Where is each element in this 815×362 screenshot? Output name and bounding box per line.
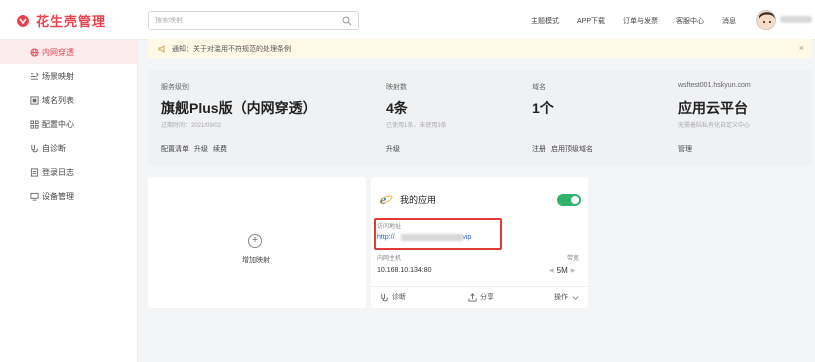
config-list-link[interactable]: 配置清单 — [161, 144, 189, 154]
search-input[interactable] — [155, 17, 342, 24]
manage-link[interactable]: 管理 — [678, 144, 692, 154]
app-card: e 我的应用 访问地址 http://p.vip 内网主机 带宽 10.168.… — [371, 177, 588, 308]
mapping-count-label: 映射数 — [386, 84, 407, 91]
stethoscope-icon — [381, 293, 388, 301]
expiry-date: 过期时间：2021/09/02 — [161, 123, 222, 129]
upgrade-link[interactable]: 升级 — [194, 144, 208, 154]
username-redacted — [780, 16, 812, 23]
access-address-label: 访问地址 — [377, 224, 402, 230]
bandwidth-stepper: ◀ 5M ▶ — [549, 266, 575, 275]
sidebar-item-self-diagnose[interactable]: 自诊断 — [0, 136, 137, 160]
scene-icon — [30, 72, 39, 80]
avatar-face-icon — [757, 11, 775, 29]
intranet-host-label: 内网主机 — [377, 256, 402, 262]
nav-theme-mode[interactable]: 主题模式 — [531, 16, 559, 26]
bandwidth-decrease-icon[interactable]: ◀ — [549, 267, 554, 274]
bandwidth-increase-icon[interactable]: ▶ — [571, 267, 576, 274]
domain-count-label: 域名 — [532, 84, 546, 91]
diagnose-button[interactable]: 诊断 — [380, 292, 406, 302]
access-url-prefix: http:// — [377, 234, 395, 241]
renew-link[interactable]: 续费 — [213, 144, 227, 154]
peanut-logo-icon — [17, 14, 29, 27]
grid-icon — [30, 119, 39, 129]
brand-name: 花生壳管理 — [36, 14, 107, 29]
notice-bar: 通知：关于对滥用不符规范的处理条例 × — [148, 39, 812, 58]
sidebar-item-config-center[interactable]: 配置中心 — [0, 112, 137, 136]
operate-label: 操作 — [554, 294, 568, 301]
operate-menu-button[interactable]: 操作 — [554, 292, 580, 302]
domain-count-value: 1个 — [532, 100, 554, 116]
service-level-value: 旗舰Plus版（内网穿透） — [161, 100, 317, 116]
nav-app-download[interactable]: APP下载 — [577, 16, 605, 26]
cloud-domain: wsftest001.hskyun.com — [678, 82, 751, 89]
top-bar: 花生壳管理 主题模式 APP下载 订单与发票 客服中心 消息 — [0, 0, 815, 40]
sidebar-item-intranet-penetration[interactable]: 内网穿透 — [0, 40, 137, 64]
nav-messages[interactable]: 消息 — [722, 16, 736, 26]
service-level-label: 服务级别 — [161, 84, 189, 91]
card-divider — [371, 286, 588, 287]
device-icon — [30, 192, 39, 201]
app-enable-toggle[interactable] — [557, 194, 581, 206]
brand[interactable]: 花生壳管理 — [16, 11, 106, 30]
share-icon — [468, 292, 477, 302]
plus-icon[interactable]: + — [248, 234, 262, 248]
close-icon[interactable]: × — [799, 43, 804, 53]
sidebar-item-domain-list[interactable]: 域名列表 — [0, 88, 137, 112]
diagnose-icon — [31, 144, 38, 152]
share-button[interactable]: 分享 — [468, 292, 494, 302]
sidebar-item-login-log[interactable]: 登录日志 — [0, 160, 137, 184]
account-summary: 服务级别 旗舰Plus版（内网穿透） 过期时间：2021/09/02 配置清单 … — [148, 70, 812, 165]
notice-text[interactable]: 通知：关于对滥用不符规范的处理条例 — [172, 44, 291, 54]
mapping-usage: 已使用1条，未使用3条 — [386, 123, 447, 129]
sidebar-item-scene-mapping[interactable]: 场景映射 — [0, 64, 137, 88]
cloud-platform-value: 应用云平台 — [678, 100, 748, 116]
nav-orders-invoices[interactable]: 订单与发票 — [623, 16, 658, 26]
app-title: 我的应用 — [400, 195, 437, 205]
speaker-icon — [158, 44, 165, 53]
add-mapping-card[interactable]: + 增加映射 — [148, 177, 366, 308]
mapping-upgrade-link[interactable]: 升级 — [386, 144, 400, 154]
add-mapping-label[interactable]: 增加映射 — [242, 255, 270, 265]
share-label: 分享 — [480, 294, 494, 301]
cloud-platform-sub: 无需着陆私有化自定义中心 — [678, 123, 751, 129]
sidebar-item-device-management[interactable]: 设备管理 — [0, 184, 137, 208]
enable-tld-link[interactable]: 启用顶级域名 — [551, 144, 593, 154]
mapping-count-value: 4条 — [386, 100, 408, 116]
search-box[interactable] — [148, 11, 359, 30]
chevron-down-icon — [572, 295, 579, 300]
avatar[interactable] — [756, 10, 776, 30]
internet-explorer-icon: e — [379, 193, 393, 206]
diagnose-label: 诊断 — [392, 294, 406, 301]
register-link[interactable]: 注册 — [532, 144, 546, 154]
nav-support[interactable]: 客服中心 — [676, 16, 704, 26]
intranet-host-value: 10.168.10.134:80 — [377, 267, 432, 274]
domain-icon — [30, 95, 39, 105]
log-icon — [30, 167, 39, 177]
url-redacted — [401, 234, 463, 241]
top-nav: 主题模式 APP下载 订单与发票 客服中心 消息 — [531, 16, 736, 26]
bandwidth-label: 带宽 — [567, 256, 580, 262]
globe-icon — [30, 47, 39, 57]
sidebar: 内网穿透 场景映射 域名列表 配置中心 自诊断 登录日志 设备管理 — [0, 40, 138, 362]
search-icon[interactable] — [342, 16, 352, 26]
bandwidth-value: 5M — [556, 266, 568, 275]
